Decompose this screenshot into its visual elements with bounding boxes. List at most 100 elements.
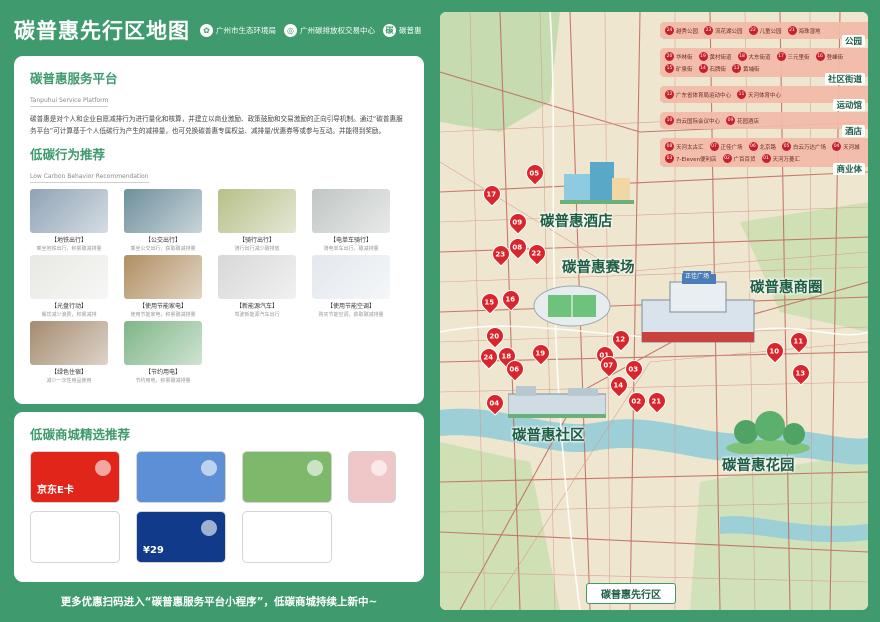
behavior-item[interactable]: 【节约用电】 节约用电，积累碳减排量 bbox=[124, 321, 202, 384]
behavior-item[interactable]: 【绿色住宿】 减少一次性用品使用 bbox=[30, 321, 108, 384]
behavior-caption: 使用节能家电，积累碳减排量 bbox=[130, 312, 196, 318]
legend-label: 白云万达广场 bbox=[793, 144, 827, 151]
legend-item[interactable]: 24 越秀公园 bbox=[665, 26, 698, 35]
shopping-cart-product[interactable] bbox=[348, 451, 396, 503]
behavior-image bbox=[312, 189, 390, 233]
legend-number: 18 bbox=[737, 52, 747, 61]
legend-label: 天河太古汇 bbox=[676, 144, 704, 151]
legend-label: 广百百货 bbox=[733, 156, 756, 163]
legend-item[interactable]: 15 矿泉街 bbox=[665, 64, 693, 73]
hotel-illustration bbox=[560, 162, 634, 204]
legend-number: 01 bbox=[761, 154, 771, 163]
legend-item[interactable]: 21 海珠湿地 bbox=[787, 26, 821, 35]
pin-number: 11 bbox=[793, 337, 804, 345]
pin-number: 07 bbox=[603, 361, 614, 369]
pin-number: 17 bbox=[486, 190, 497, 198]
pin-number: 09 bbox=[512, 218, 523, 226]
legend-item[interactable]: 03 7-Eleven便利店 bbox=[665, 154, 717, 163]
legend-item[interactable]: 05 白云万达广场 bbox=[782, 142, 826, 151]
legend-item[interactable]: 23 流花湖公园 bbox=[704, 26, 743, 35]
travel-icon bbox=[307, 460, 323, 476]
legend-item[interactable]: 11 天河体育中心 bbox=[737, 90, 781, 99]
exchange-logo: ◎ 广州碳排放权交易中心 bbox=[284, 23, 375, 37]
behavior-label: 【骑行出行】 bbox=[238, 237, 275, 244]
behavior-caption: 乘坐地铁出行，积累碳减排量 bbox=[36, 246, 102, 252]
legend-number: 13 bbox=[732, 64, 742, 73]
stadium-illustration bbox=[533, 285, 611, 327]
behavior-item[interactable]: 【使用节能空调】 购买节能空调，获取碳减排量 bbox=[312, 255, 390, 318]
platform-logo: 碳 碳普惠 bbox=[383, 23, 422, 37]
behavior-item[interactable]: 【地铁出行】 乘坐地铁出行，积累碳减排量 bbox=[30, 189, 108, 252]
platform-logo-text: 碳普惠 bbox=[399, 25, 422, 35]
mall-card: 低碳商城精选推荐 京东E卡 ¥29 bbox=[14, 412, 424, 582]
legend-label: 海珠湿地 bbox=[798, 28, 821, 35]
legend-item[interactable]: 13 黄埔街 bbox=[732, 64, 760, 73]
legend-number: 02 bbox=[722, 154, 732, 163]
legend-number: 20 bbox=[665, 52, 674, 61]
platform-logo-icon: 碳 bbox=[383, 23, 396, 37]
pin-number: 15 bbox=[484, 298, 495, 306]
legend-number: 16 bbox=[815, 52, 825, 61]
pin-number: 06 bbox=[509, 365, 520, 373]
legend-number: 22 bbox=[748, 26, 758, 35]
car-wash-product[interactable] bbox=[136, 451, 226, 503]
legend-item[interactable]: 10 白云国际会议中心 bbox=[665, 116, 720, 125]
legend-item[interactable]: 06 北京路 bbox=[748, 142, 776, 151]
legend-item[interactable]: 12 广东省体育局运动中心 bbox=[665, 90, 731, 99]
behavior-label: 【公交出行】 bbox=[144, 237, 181, 244]
qr-code-product[interactable] bbox=[242, 511, 332, 563]
legend-item[interactable]: 01 天河万菱汇 bbox=[761, 154, 800, 163]
pin-number: 22 bbox=[531, 249, 542, 257]
jd-card-product[interactable]: 京东E卡 bbox=[30, 451, 120, 503]
behavior-item[interactable]: 【光盘行动】 餐饮减少浪费，积累减排 bbox=[30, 255, 108, 318]
behavior-item[interactable]: 【使用节能家电】使用节能家电，积累碳减排量 bbox=[124, 255, 202, 318]
page-header: 碳普惠先行区地图 ✿ 广州市生态环境局 ◎ 广州碳排放权交易中心 碳 碳普惠 bbox=[14, 12, 424, 48]
pin-number: 21 bbox=[651, 397, 662, 405]
legend-number: 17 bbox=[776, 52, 786, 61]
legend-number: 06 bbox=[748, 142, 758, 151]
legend-item[interactable]: 18 大东街道 bbox=[737, 52, 771, 61]
legend-item[interactable]: 08 天河太古汇 bbox=[665, 142, 704, 151]
legend-item[interactable]: 22 儿童公园 bbox=[748, 26, 782, 35]
travel-product[interactable] bbox=[242, 451, 332, 503]
legend-item[interactable]: 09 花园酒店 bbox=[726, 116, 759, 125]
seven-eleven-product[interactable] bbox=[30, 511, 120, 563]
map-legend: 24 越秀公园 23 流花湖公园 22 儿童公园 21 海珠湿地 公园 20 华林街 19 黄村街道 18… bbox=[660, 22, 868, 176]
map-bottom-label: 碳普惠先行区 bbox=[586, 583, 676, 604]
behavior-item[interactable]: 【公交出行】 乘坐公交出行，获取碳减排量 bbox=[124, 189, 202, 252]
exchange-logo-icon: ◎ bbox=[284, 23, 297, 37]
pin-number: 04 bbox=[489, 399, 500, 407]
mall-grid: 京东E卡 ¥29 bbox=[30, 451, 408, 563]
pin-number: 08 bbox=[512, 243, 523, 251]
footer-text: 更多优惠扫码进入“碳普惠服务平台小程序”，低碳商城持续上新中~ bbox=[60, 596, 378, 608]
behavior-item[interactable]: 【骑行出行】 骑行出行减少碳排放 bbox=[218, 189, 296, 252]
qr-code-icon bbox=[307, 520, 323, 536]
behavior-item[interactable]: 【新能源汽车】 驾驶新能源汽车出行 bbox=[218, 255, 296, 318]
legend-label: 花园酒店 bbox=[737, 118, 760, 125]
coffee-cup-product[interactable]: ¥29 bbox=[136, 511, 226, 563]
district-map[interactable]: 碳普惠酒店 碳普惠赛场 碳普惠商圈 碳普惠社区 碳普惠花园 正佳广场 24 越秀公… bbox=[440, 12, 868, 610]
legend-number: 08 bbox=[665, 142, 674, 151]
legend-label: 越秀公园 bbox=[676, 28, 699, 35]
behavior-caption: 骑行出行减少碳排放 bbox=[234, 246, 280, 252]
behavior-label: 【使用节能家电】 bbox=[138, 303, 187, 310]
legend-item[interactable]: 20 华林街 bbox=[665, 52, 693, 61]
pin-number: 02 bbox=[631, 397, 642, 405]
legend-item[interactable]: 16 登峰街 bbox=[815, 52, 843, 61]
legend-label: 白云国际会议中心 bbox=[676, 118, 721, 125]
legend-item[interactable]: 07 正佳广场 bbox=[709, 142, 743, 151]
legend-number: 14 bbox=[698, 64, 708, 73]
bureau-logo-text: 广州市生态环境局 bbox=[216, 25, 276, 35]
coffee-cup-icon bbox=[201, 520, 217, 536]
legend-item[interactable]: 04 天河城 bbox=[832, 142, 860, 151]
behavior-item[interactable]: 【电单车骑行】 骑电单车出行，碳减排量 bbox=[312, 189, 390, 252]
legend-block: 20 华林街 19 黄村街道 18 大东街道 17 三元里街 16 登峰街 15 矿泉街 14 石牌街 13… bbox=[660, 48, 868, 85]
legend-item[interactable]: 14 石牌街 bbox=[698, 64, 726, 73]
page-title: 碳普惠先行区地图 bbox=[14, 19, 190, 43]
exchange-logo-text: 广州碳排放权交易中心 bbox=[300, 25, 375, 35]
legend-label: 儿童公园 bbox=[759, 28, 782, 35]
legend-item[interactable]: 19 黄村街道 bbox=[698, 52, 732, 61]
legend-item[interactable]: 17 三元里街 bbox=[776, 52, 810, 61]
zone-mall-label: 碳普惠商圈 bbox=[750, 280, 823, 296]
legend-item[interactable]: 02 广百百货 bbox=[722, 154, 756, 163]
